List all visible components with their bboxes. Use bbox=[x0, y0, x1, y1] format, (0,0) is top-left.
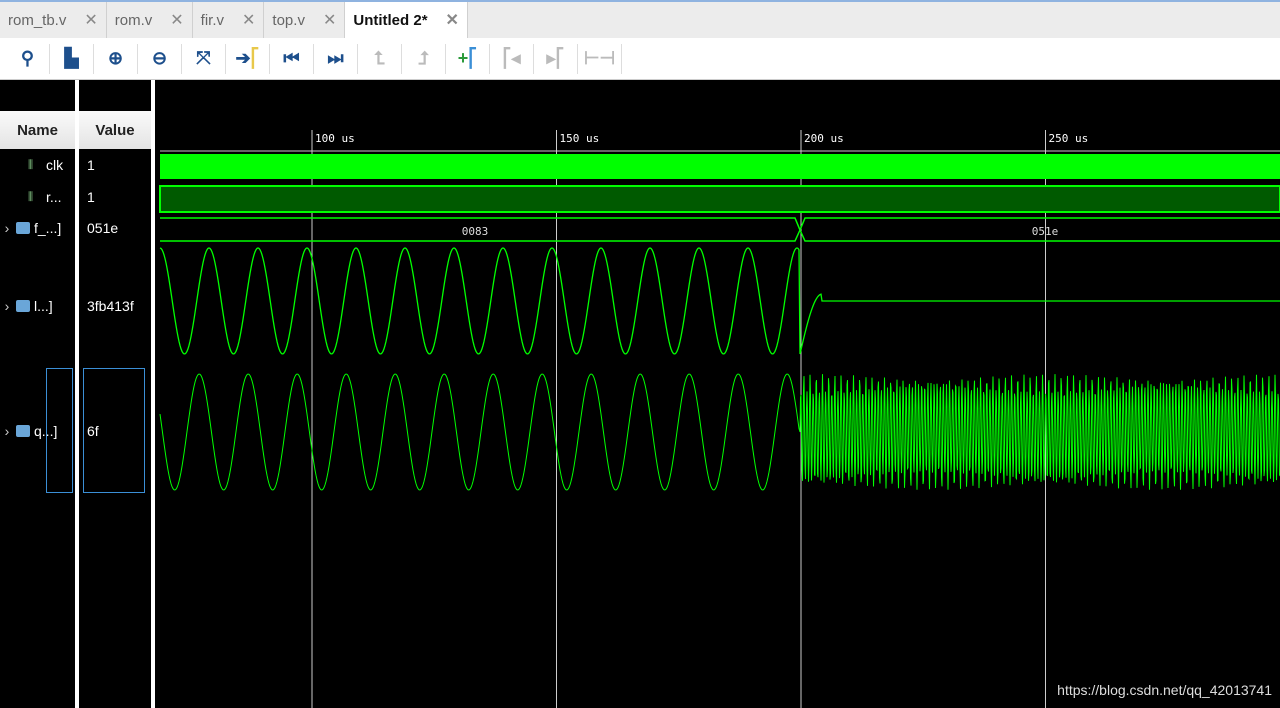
signal-name: r... bbox=[46, 189, 62, 205]
expand-chevron-icon[interactable]: › bbox=[0, 423, 14, 439]
signal-value: 1 bbox=[87, 189, 95, 205]
go-to-end-icon[interactable]: ⏭ bbox=[314, 43, 358, 74]
bit-signal-icon: ⫼ bbox=[28, 159, 34, 171]
expand-chevron-icon[interactable]: › bbox=[0, 298, 14, 314]
waveform-canvas[interactable]: 100 us 150 us 200 us 250 us 0083 051e bbox=[155, 80, 1280, 708]
tab-untitled-2[interactable]: Untitled 2* ✕ bbox=[345, 2, 468, 38]
signal-name: clk bbox=[46, 157, 64, 173]
bus-value-label: 0083 bbox=[462, 225, 489, 238]
close-icon[interactable]: ✕ bbox=[446, 10, 459, 30]
previous-transition-icon[interactable]: ⮤ bbox=[358, 43, 402, 74]
l-analog-wave bbox=[159, 247, 1280, 355]
signal-row-rst[interactable]: ⫼ r... bbox=[0, 187, 62, 207]
tab-fir[interactable]: fir.v ✕ bbox=[193, 2, 265, 38]
go-to-start-icon[interactable]: ⏮ bbox=[270, 43, 314, 74]
editor-tabs: rom_tb.v ✕ rom.v ✕ fir.v ✕ top.v ✕ Untitled … bbox=[0, 0, 1280, 38]
tab-label: fir.v bbox=[200, 11, 225, 29]
expand-chevron-icon[interactable]: › bbox=[0, 220, 14, 236]
f-bus-wave bbox=[160, 217, 1280, 242]
search-icon[interactable]: ⚲ bbox=[6, 43, 50, 74]
previous-marker-icon[interactable]: ⎡◂ bbox=[490, 43, 534, 74]
bit-signal-icon: ⫼ bbox=[28, 191, 34, 203]
wave-toolbar: ⚲ ▙ ⊕ ⊖ ⤧ ➔ ⎡ ⏮ ⏭ ⮤ ⮥ + ⎡ ⎡◂ ▸⎡ ⊢⊣ bbox=[0, 38, 1280, 80]
tab-rom-tb[interactable]: rom_tb.v ✕ bbox=[0, 2, 107, 38]
close-icon[interactable]: ✕ bbox=[323, 10, 336, 30]
zoom-in-icon[interactable]: ⊕ bbox=[94, 43, 138, 74]
signal-row-l[interactable]: › l...] bbox=[0, 296, 53, 316]
q-analog-wave bbox=[159, 373, 1280, 491]
bus-signal-icon bbox=[16, 425, 30, 437]
rst-wave bbox=[159, 185, 1280, 213]
time-tick-label: 200 us bbox=[804, 132, 844, 145]
swap-cursors-icon[interactable]: ⊢⊣ bbox=[578, 43, 622, 74]
add-marker-icon[interactable]: + ⎡ bbox=[446, 43, 490, 74]
watermark: https://blog.csdn.net/qq_42013741 bbox=[1057, 682, 1272, 698]
tab-label: Untitled 2* bbox=[353, 11, 428, 29]
value-header[interactable]: Value bbox=[79, 111, 151, 149]
zoom-out-icon[interactable]: ⊖ bbox=[138, 43, 182, 74]
close-icon[interactable]: ✕ bbox=[170, 10, 183, 30]
next-marker-icon[interactable]: ▸⎡ bbox=[534, 43, 578, 74]
tab-rom[interactable]: rom.v ✕ bbox=[107, 2, 193, 38]
bus-value-label: 051e bbox=[1032, 225, 1059, 238]
tab-label: top.v bbox=[272, 11, 305, 29]
close-icon[interactable]: ✕ bbox=[242, 10, 255, 30]
signal-value: 3fb413f bbox=[87, 298, 134, 314]
signal-name: q...] bbox=[34, 423, 58, 439]
tab-label: rom_tb.v bbox=[8, 11, 67, 29]
close-icon[interactable]: ✕ bbox=[84, 10, 97, 30]
signal-row-f[interactable]: › f_...] bbox=[0, 218, 62, 238]
bus-signal-icon bbox=[16, 222, 30, 234]
signal-value: 051e bbox=[87, 220, 119, 236]
next-transition-icon[interactable]: ⮥ bbox=[402, 43, 446, 74]
tab-top[interactable]: top.v ✕ bbox=[264, 2, 346, 38]
time-tick-label: 250 us bbox=[1049, 132, 1089, 145]
time-tick-label: 150 us bbox=[560, 132, 600, 145]
signal-row-q[interactable]: › q...] bbox=[0, 421, 58, 441]
tab-label: rom.v bbox=[114, 11, 153, 29]
clk-wave bbox=[160, 154, 1280, 179]
signal-name: f_...] bbox=[34, 220, 62, 236]
name-header[interactable]: Name bbox=[0, 111, 75, 149]
go-to-cursor-icon[interactable]: ➔ ⎡ bbox=[226, 43, 270, 74]
bus-signal-icon bbox=[16, 300, 30, 312]
signal-name: l...] bbox=[34, 298, 53, 314]
save-icon[interactable]: ▙ bbox=[50, 43, 94, 74]
time-tick-label: 100 us bbox=[315, 132, 355, 145]
signal-value: 6f bbox=[87, 423, 99, 439]
signal-row-clk[interactable]: ⫼ clk bbox=[0, 155, 63, 175]
signal-value: 1 bbox=[87, 157, 95, 173]
zoom-fit-icon[interactable]: ⤧ bbox=[182, 43, 226, 74]
